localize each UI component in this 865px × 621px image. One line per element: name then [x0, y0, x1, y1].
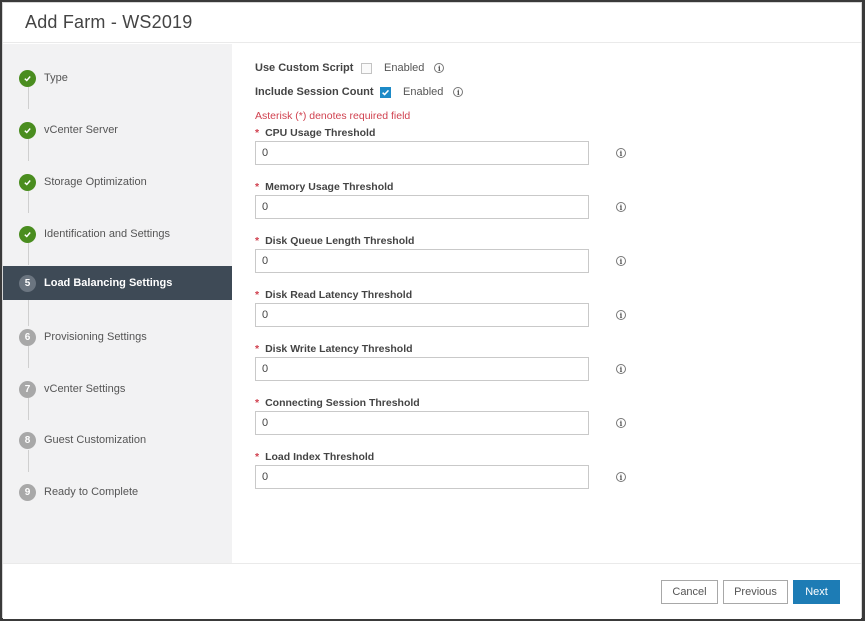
custom-script-row: Use Custom Script Enabled i — [255, 62, 445, 74]
previous-button[interactable]: Previous — [723, 580, 788, 604]
info-icon[interactable]: i — [616, 364, 626, 374]
memory-usage-threshold-field: * Memory Usage Threshold i — [255, 180, 635, 219]
checkmark-icon — [382, 89, 390, 96]
step-label: vCenter Server — [44, 124, 118, 136]
info-icon[interactable]: i — [616, 202, 626, 212]
info-icon[interactable]: i — [616, 418, 626, 428]
load-balancing-form: Use Custom Script Enabled i Include Sess… — [232, 44, 861, 563]
step-label: Load Balancing Settings — [44, 277, 173, 289]
step-label: Provisioning Settings — [44, 331, 147, 343]
add-farm-dialog: Add Farm - WS2019 Type vCenter Server St… — [2, 2, 862, 619]
step-label: vCenter Settings — [44, 383, 126, 395]
check-icon — [19, 225, 36, 243]
required-asterisk: * — [255, 235, 260, 247]
disk-read-latency-threshold-field: * Disk Read Latency Threshold i — [255, 288, 635, 327]
step-label: Storage Optimization — [44, 176, 147, 188]
custom-script-checkbox[interactable] — [361, 62, 372, 74]
step-number-badge: 9 — [19, 483, 36, 501]
field-label: Disk Write Latency Threshold — [265, 343, 413, 355]
step-number-badge: 8 — [19, 431, 36, 449]
info-icon[interactable]: i — [453, 87, 464, 97]
required-asterisk: * — [255, 343, 260, 355]
required-asterisk: * — [255, 289, 260, 301]
step-number-badge: 7 — [19, 380, 36, 398]
step-number-badge: 5 — [19, 274, 36, 292]
connecting-session-threshold-field: * Connecting Session Threshold i — [255, 396, 635, 435]
session-count-enabled-label: Enabled — [403, 86, 444, 98]
disk-write-latency-threshold-input[interactable] — [255, 357, 589, 381]
info-icon[interactable]: i — [616, 256, 626, 266]
disk-queue-length-threshold-field: * Disk Queue Length Threshold i — [255, 234, 635, 273]
step-identification-and-settings[interactable]: Identification and Settings — [3, 217, 232, 251]
field-label: Memory Usage Threshold — [265, 181, 394, 193]
wizard-steps-sidebar: Type vCenter Server Storage Optimization… — [3, 44, 232, 563]
step-guest-customization[interactable]: 8 Guest Customization — [3, 423, 232, 457]
field-label: Disk Queue Length Threshold — [265, 235, 415, 247]
cpu-usage-threshold-field: * CPU Usage Threshold i — [255, 126, 635, 165]
disk-read-latency-threshold-input[interactable] — [255, 303, 589, 327]
step-label: Type — [44, 72, 68, 84]
step-label: Identification and Settings — [44, 228, 170, 240]
field-label: CPU Usage Threshold — [265, 127, 376, 139]
step-storage-optimization[interactable]: Storage Optimization — [3, 165, 232, 199]
load-index-threshold-field: * Load Index Threshold i — [255, 450, 635, 489]
required-asterisk: * — [255, 451, 260, 463]
field-label: Connecting Session Threshold — [265, 397, 420, 409]
dialog-footer: Cancel Previous Next — [3, 563, 861, 619]
check-icon — [19, 121, 36, 139]
load-index-threshold-input[interactable] — [255, 465, 589, 489]
dialog-header: Add Farm - WS2019 — [3, 3, 861, 43]
step-vcenter-settings[interactable]: 7 vCenter Settings — [3, 372, 232, 406]
required-asterisk: * — [255, 397, 260, 409]
info-icon[interactable]: i — [616, 310, 626, 320]
step-label: Guest Customization — [44, 434, 147, 446]
dialog-title: Add Farm - WS2019 — [25, 12, 193, 32]
disk-write-latency-threshold-field: * Disk Write Latency Threshold i — [255, 342, 635, 381]
step-number-badge: 6 — [19, 328, 36, 346]
info-icon[interactable]: i — [434, 63, 445, 73]
field-label: Load Index Threshold — [265, 451, 375, 463]
next-button[interactable]: Next — [793, 580, 840, 604]
cpu-usage-threshold-input[interactable] — [255, 141, 589, 165]
check-icon — [19, 173, 36, 191]
session-count-label: Include Session Count — [255, 86, 374, 98]
session-count-row: Include Session Count Enabled i — [255, 86, 464, 98]
step-label: Ready to Complete — [44, 486, 139, 498]
step-type[interactable]: Type — [3, 61, 232, 95]
session-count-checkbox[interactable] — [380, 86, 391, 98]
check-icon — [19, 69, 36, 87]
step-provisioning-settings[interactable]: 6 Provisioning Settings — [3, 320, 232, 354]
info-icon[interactable]: i — [616, 148, 626, 158]
field-label: Disk Read Latency Threshold — [265, 289, 413, 301]
required-asterisk: * — [255, 181, 260, 193]
connecting-session-threshold-input[interactable] — [255, 411, 589, 435]
disk-queue-length-threshold-input[interactable] — [255, 249, 589, 273]
cancel-button[interactable]: Cancel — [661, 580, 718, 604]
step-ready-to-complete[interactable]: 9 Ready to Complete — [3, 475, 232, 509]
step-vcenter-server[interactable]: vCenter Server — [3, 113, 232, 147]
required-field-note: Asterisk (*) denotes required field — [255, 110, 411, 122]
step-load-balancing-settings[interactable]: 5 Load Balancing Settings — [3, 266, 232, 300]
custom-script-label: Use Custom Script — [255, 62, 354, 74]
custom-script-enabled-label: Enabled — [384, 62, 425, 74]
required-asterisk: * — [255, 127, 260, 139]
memory-usage-threshold-input[interactable] — [255, 195, 589, 219]
info-icon[interactable]: i — [616, 472, 626, 482]
